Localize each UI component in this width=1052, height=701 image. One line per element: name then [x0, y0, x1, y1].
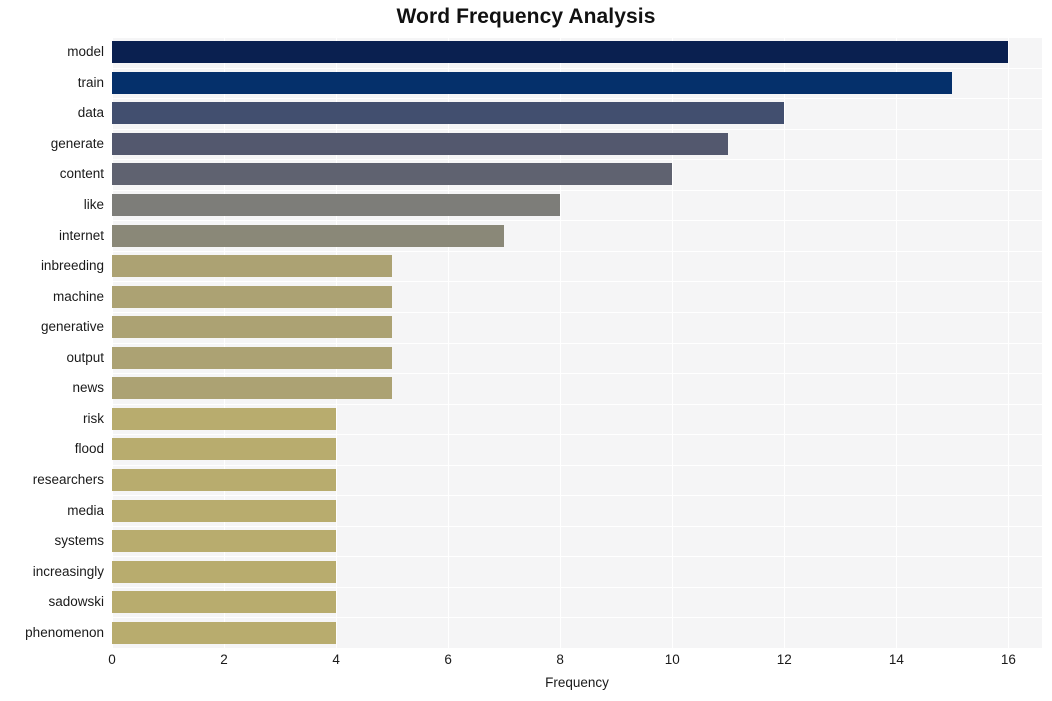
y-gridline — [112, 526, 1042, 527]
y-tick-label: phenomenon — [25, 624, 104, 640]
y-gridline — [112, 495, 1042, 496]
y-tick-label: increasingly — [32, 563, 104, 579]
y-gridline — [112, 281, 1042, 282]
y-gridline — [112, 68, 1042, 69]
x-tick-label: 12 — [776, 652, 792, 667]
y-tick-label: systems — [54, 533, 104, 549]
x-tick-label: 4 — [332, 652, 340, 667]
y-gridline — [112, 617, 1042, 618]
y-gridline — [112, 404, 1042, 405]
y-axis-tick-labels: model train data generate content like interne… — [0, 37, 104, 648]
y-tick-label: content — [59, 166, 104, 182]
y-tick-label: internet — [58, 227, 104, 243]
x-tick-label: 0 — [108, 652, 116, 667]
bar — [112, 407, 337, 430]
x-axis-tick-labels: 0 2 4 6 8 10 12 14 16 — [108, 652, 1042, 672]
bar — [112, 224, 505, 247]
bar — [112, 346, 393, 369]
x-tick-label: 10 — [664, 652, 680, 667]
bar — [112, 316, 393, 339]
y-tick-label: risk — [83, 410, 104, 426]
bar — [112, 41, 1009, 64]
bar — [112, 132, 729, 155]
bar — [112, 591, 337, 614]
bar — [112, 530, 337, 553]
x-tick-label: 2 — [220, 652, 228, 667]
bar — [112, 468, 337, 491]
x-axis-title: Frequency — [545, 675, 609, 690]
bar — [112, 560, 337, 583]
y-tick-label: train — [77, 74, 104, 90]
plot-area — [112, 37, 1042, 648]
y-gridline — [112, 98, 1042, 99]
y-gridline — [112, 434, 1042, 435]
y-tick-label: generative — [40, 319, 104, 335]
y-gridline — [112, 129, 1042, 130]
y-gridline — [112, 190, 1042, 191]
y-gridline — [112, 220, 1042, 221]
bar — [112, 71, 953, 94]
y-tick-label: model — [67, 44, 104, 60]
y-gridline — [112, 556, 1042, 557]
y-tick-label: inbreeding — [40, 258, 104, 274]
y-tick-label: like — [83, 197, 104, 213]
y-tick-label: media — [67, 502, 104, 518]
bar — [112, 621, 337, 644]
y-tick-label: researchers — [32, 471, 104, 487]
x-tick-label: 6 — [444, 652, 452, 667]
word-frequency-chart: Word Frequency Analysis model train data ge… — [0, 0, 1052, 701]
y-gridline — [112, 159, 1042, 160]
y-gridline — [112, 343, 1042, 344]
bar — [112, 255, 393, 278]
bar — [112, 438, 337, 461]
y-gridline — [112, 251, 1042, 252]
y-gridline — [112, 312, 1042, 313]
y-gridline — [112, 465, 1042, 466]
y-tick-label: output — [66, 349, 104, 365]
x-tick-label: 8 — [556, 652, 564, 667]
y-tick-label: machine — [52, 288, 104, 304]
y-tick-label: data — [77, 105, 104, 121]
y-gridline — [112, 587, 1042, 588]
y-tick-label: news — [72, 380, 104, 396]
y-gridline — [112, 373, 1042, 374]
bar — [112, 102, 785, 125]
y-gridline — [112, 37, 1042, 38]
y-tick-label: generate — [50, 135, 104, 151]
bar — [112, 377, 393, 400]
y-tick-label: flood — [74, 441, 104, 457]
x-tick-label: 14 — [888, 652, 904, 667]
bar — [112, 194, 561, 217]
x-tick-label: 16 — [1000, 652, 1016, 667]
bar — [112, 285, 393, 308]
y-tick-label: sadowski — [48, 594, 104, 610]
bar — [112, 163, 673, 186]
chart-title: Word Frequency Analysis — [396, 5, 656, 28]
bar — [112, 499, 337, 522]
